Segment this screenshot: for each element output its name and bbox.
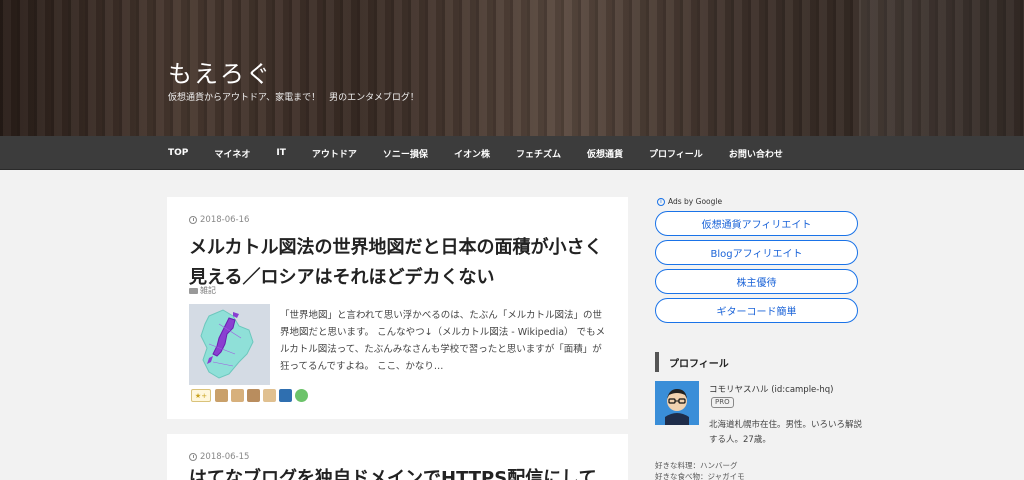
article-date: 2018-06-16 [189, 215, 249, 225]
profile-extra: 好きな料理：ハンバーグ 好きな食べ物：ジャガイモ [655, 460, 855, 480]
info-icon: i [657, 197, 665, 206]
nav-item-it[interactable]: IT [276, 148, 286, 158]
nav-item-crypto[interactable]: 仮想通貨 [587, 147, 623, 160]
article-category-text[interactable]: 雑記 [200, 285, 216, 296]
nav-item-top[interactable]: TOP [168, 148, 188, 158]
star-user-avatar[interactable] [263, 389, 276, 402]
ad-link-button[interactable]: 株主優待 [655, 269, 858, 294]
nav-item-profile[interactable]: プロフィール [649, 147, 703, 160]
profile-heading: プロフィール [655, 352, 729, 372]
article-title[interactable]: はてなブログを独自ドメインでHTTPS配信にして [189, 464, 609, 480]
global-nav: TOP マイネオ IT アウトドア ソニー損保 イオン株 フェチズム 仮想通貨 … [0, 136, 1024, 170]
nav-item-sony-insurance[interactable]: ソニー損保 [383, 147, 428, 160]
profile-extra-line: 好きな食べ物：ジャガイモ [655, 472, 745, 480]
site-description: 仮想通貨からアウトドア、家電まで！ 男のエンタメブログ！ [168, 93, 419, 103]
profile-description: 北海道札幌市在住。男性。いろいろ解説する人。27歳。 [709, 420, 863, 445]
nav-item-aeon-stock[interactable]: イオン株 [454, 147, 490, 160]
user-avatar-icon [655, 381, 699, 425]
clock-icon [189, 216, 197, 224]
article-thumbnail[interactable] [189, 304, 270, 385]
profile-extra-line: 好きな料理：ハンバーグ [655, 461, 738, 470]
article-date-text: 2018-06-16 [200, 215, 250, 225]
star-user-avatar[interactable] [247, 389, 260, 402]
ad-link-button[interactable]: ギターコード簡単 [655, 298, 858, 323]
folder-icon [189, 287, 198, 294]
avatar[interactable] [655, 381, 699, 425]
star-user-avatar[interactable] [215, 389, 228, 402]
ad-link-button[interactable]: 仮想通貨アフィリエイト [655, 211, 858, 236]
article-date-text: 2018-06-15 [200, 452, 250, 462]
article-category[interactable]: 雑記 [189, 285, 216, 296]
nav-item-fetishism[interactable]: フェチズム [516, 147, 561, 160]
star-user-avatar[interactable] [295, 389, 308, 402]
star-user-avatar[interactable] [231, 389, 244, 402]
ad-link-button[interactable]: Blogアフィリエイト [655, 240, 858, 265]
pro-badge[interactable]: PRO [711, 397, 734, 408]
profile-name[interactable]: コモリヤスハル (id:cample-hq) [709, 383, 833, 395]
article-excerpt: 「世界地図」と言われて思い浮かべるのは、たぶん「メルカトル図法」の世界地図だと思… [280, 310, 606, 372]
ads-label-text: Ads by Google [668, 197, 723, 206]
site-title[interactable]: もえろぐ [168, 54, 272, 89]
header-shade [859, 0, 1024, 136]
nav-item-contact[interactable]: お問い合わせ [729, 147, 783, 160]
add-star-button[interactable]: ★+ [191, 389, 211, 402]
star-bar: ★+ [191, 389, 311, 402]
nav-item-outdoor[interactable]: アウトドア [312, 147, 357, 160]
article-date: 2018-06-15 [189, 452, 249, 462]
article-card: 2018-06-15 はてなブログを独自ドメインでHTTPS配信にして [167, 434, 628, 480]
japan-map-icon [189, 304, 270, 385]
star-user-avatar[interactable] [279, 389, 292, 402]
article-title[interactable]: メルカトル図法の世界地図だと日本の面積が小さく見える／ロシアはそれほどデカくない [189, 233, 609, 293]
ads-label[interactable]: i Ads by Google [657, 197, 722, 206]
article-card: 2018-06-16 メルカトル図法の世界地図だと日本の面積が小さく見える／ロシ… [167, 197, 628, 419]
clock-icon [189, 453, 197, 461]
nav-item-mineo[interactable]: マイネオ [214, 147, 250, 160]
site-header: もえろぐ 仮想通貨からアウトドア、家電まで！ 男のエンタメブログ！ [0, 0, 1024, 136]
